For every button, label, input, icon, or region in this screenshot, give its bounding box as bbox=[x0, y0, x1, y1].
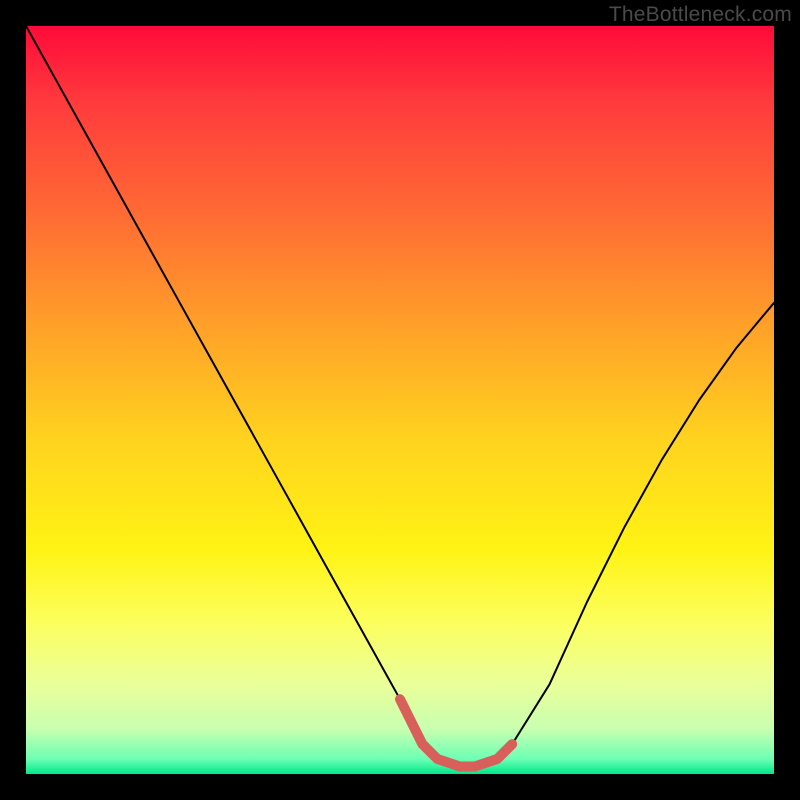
watermark-text: TheBottleneck.com bbox=[609, 3, 792, 27]
optimal-range-marker bbox=[400, 699, 512, 766]
bottleneck-curve bbox=[26, 26, 774, 767]
plot-area bbox=[26, 26, 774, 774]
chart-frame: TheBottleneck.com bbox=[0, 0, 800, 800]
curve-svg bbox=[26, 26, 774, 774]
